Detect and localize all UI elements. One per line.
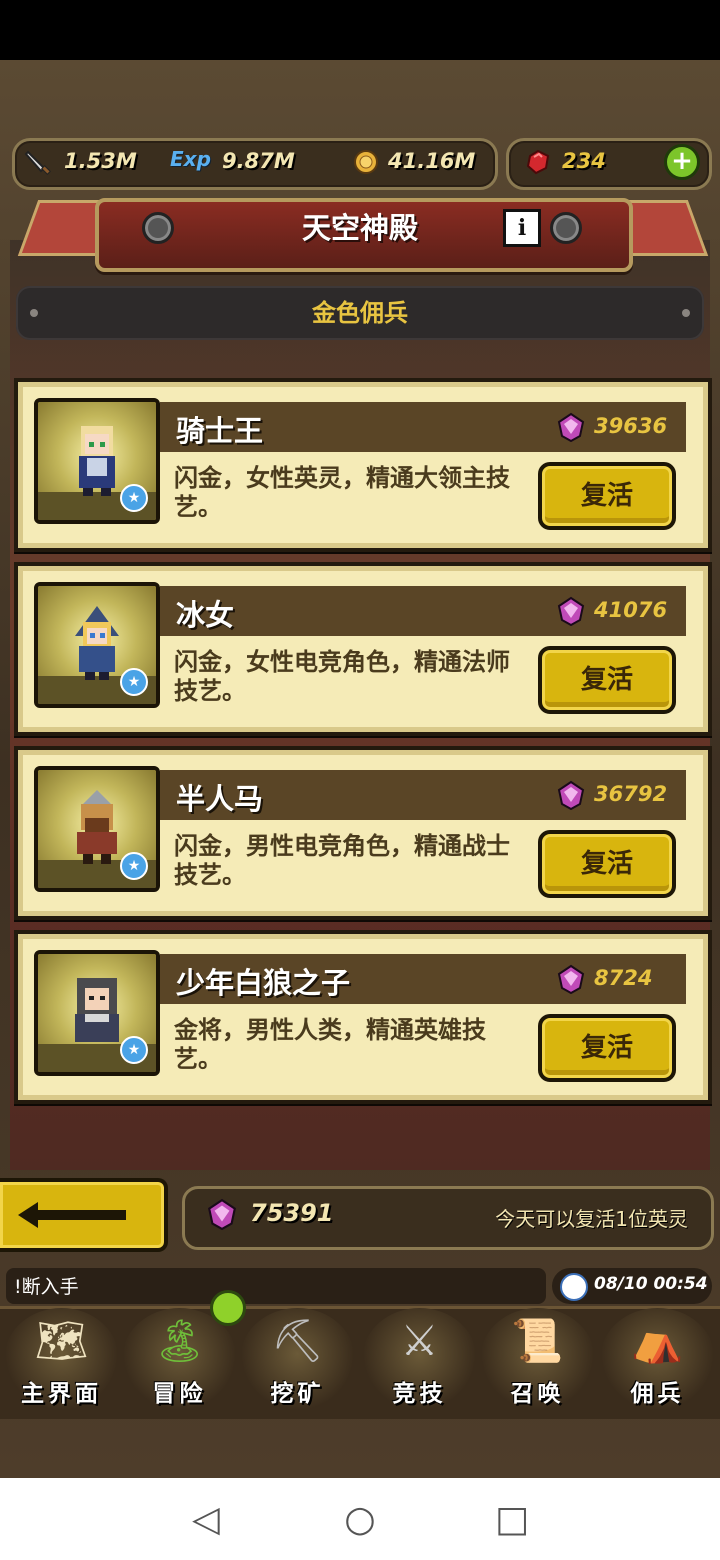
purple-gem-icon <box>557 412 585 442</box>
hero-name: 冰女 <box>176 598 235 632</box>
summon-scroll-icon: 📜 <box>511 1316 564 1365</box>
ticker-text: !断入手 <box>14 1276 79 1298</box>
hero-description: 闪金，女性英灵，精通大领主技艺。 <box>174 464 510 521</box>
nav-label: 佣兵 <box>630 1381 685 1407</box>
hero-portrait[interactable]: ★ <box>34 582 160 708</box>
back-button[interactable] <box>0 1178 168 1252</box>
centaur-sprite <box>77 790 117 864</box>
white-wolf-sprite <box>75 978 119 1042</box>
status-bar <box>0 0 720 60</box>
attack-value: 1.53M <box>64 149 137 173</box>
gem-cost: 41076 <box>594 598 668 622</box>
hero-name: 半人马 <box>176 782 264 816</box>
nav-label: 挖矿 <box>270 1381 325 1407</box>
exp-icon: Exp <box>170 147 211 171</box>
add-ruby-button[interactable]: + <box>664 144 700 180</box>
nav-label: 主界面 <box>21 1381 102 1407</box>
hero-description: 闪金，男性电竞角色，精通战士技艺。 <box>174 832 510 889</box>
page-title: 天空神殿 <box>301 211 418 245</box>
system-back-button[interactable]: ◁ <box>176 1496 236 1544</box>
gem-total: 75391 <box>250 1199 334 1227</box>
ruby-icon <box>526 149 550 175</box>
hero-portrait[interactable]: ★ <box>34 398 160 524</box>
hero-name: 少年白狼之子 <box>176 966 351 1000</box>
nav-label: 竞技 <box>392 1381 447 1407</box>
revive-button[interactable]: 复活 <box>538 1014 676 1082</box>
revive-limit-note: 今天可以复活1位英灵 <box>495 1207 688 1231</box>
gold-value: 41.16M <box>388 149 476 173</box>
purple-gem-icon <box>557 964 585 994</box>
hero-description: 金将，男性人类，精通英雄技艺。 <box>174 1016 486 1073</box>
hero-portrait[interactable]: ★ <box>34 766 160 892</box>
star-badge-icon: ★ <box>120 668 148 696</box>
system-recents-button[interactable]: □ <box>482 1496 542 1544</box>
purple-gem-icon <box>557 596 585 626</box>
revive-button[interactable]: 复活 <box>538 462 676 530</box>
exp-value: 9.87M <box>222 149 295 173</box>
news-ticker <box>6 1268 546 1304</box>
info-button[interactable]: i <box>503 209 541 247</box>
arrow-left-icon <box>18 1202 126 1228</box>
hero-description: 闪金，女性电竞角色，精通法师技艺。 <box>174 648 510 705</box>
gem-cost: 39636 <box>594 414 668 438</box>
clock-text: 08/10 00:54 <box>594 1274 708 1294</box>
star-badge-icon: ★ <box>120 852 148 880</box>
clock-icon <box>560 1273 588 1301</box>
ruby-value: 234 <box>562 149 606 173</box>
purple-gem-icon <box>557 780 585 810</box>
pickaxe-icon: ⛏ <box>270 1316 325 1365</box>
hero-name: 骑士王 <box>176 414 264 448</box>
gem-cost: 8724 <box>594 966 653 990</box>
star-badge-icon: ★ <box>120 1036 148 1064</box>
nav-label: 召唤 <box>510 1381 565 1407</box>
nav-label: 冒险 <box>152 1381 207 1407</box>
sword-icon <box>24 150 51 175</box>
knight-king-sprite <box>79 426 115 496</box>
gem-cost: 36792 <box>594 782 668 806</box>
ice-woman-sprite <box>75 606 119 680</box>
tent-icon: ⛺ <box>631 1316 684 1365</box>
crossed-swords-icon: ⚔ <box>400 1316 439 1365</box>
section-title: 金色佣兵 <box>312 299 408 327</box>
star-badge-icon: ★ <box>120 484 148 512</box>
map-scroll-icon: 🗺 <box>34 1316 89 1365</box>
revive-button[interactable]: 复活 <box>538 646 676 714</box>
gold-coin-icon <box>354 150 378 174</box>
purple-gem-icon <box>208 1198 236 1230</box>
hero-portrait[interactable]: ★ <box>34 950 160 1076</box>
system-home-button[interactable]: ○ <box>330 1496 390 1544</box>
revive-button[interactable]: 复活 <box>538 830 676 898</box>
